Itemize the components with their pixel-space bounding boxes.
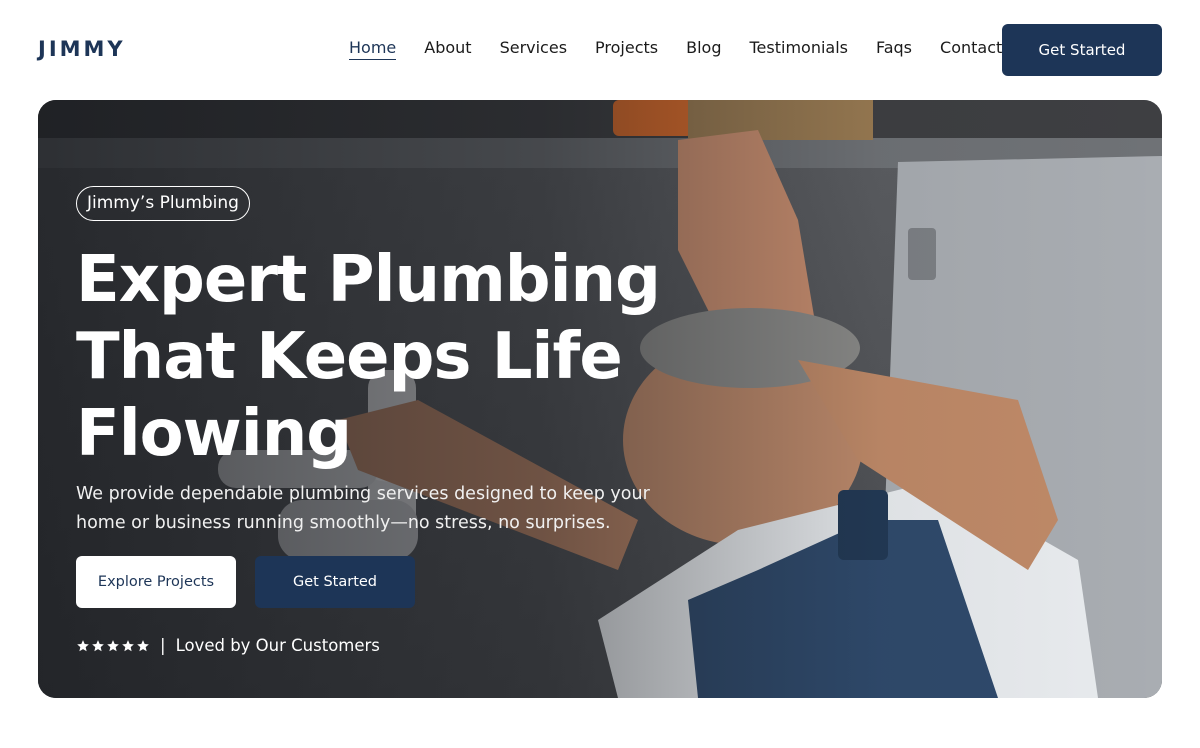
brand-badge: Jimmy’s Plumbing xyxy=(76,186,250,221)
star-icon xyxy=(137,639,149,651)
nav-blog[interactable]: Blog xyxy=(686,38,721,60)
nav-projects[interactable]: Projects xyxy=(595,38,658,60)
hero-title-line-3: Flowing xyxy=(76,397,352,471)
hero-section: Jimmy’s Plumbing Expert Plumbing That Ke… xyxy=(38,100,1162,698)
nav-home[interactable]: Home xyxy=(349,38,397,60)
rating-separator: | xyxy=(160,636,166,655)
hero-get-started-button[interactable]: Get Started xyxy=(255,556,415,608)
nav-about[interactable]: About xyxy=(424,38,471,60)
star-icon xyxy=(92,639,104,651)
star-icon xyxy=(122,639,134,651)
star-icon xyxy=(77,639,89,651)
nav-contact[interactable]: Contact xyxy=(940,38,1002,60)
rating-text: Loved by Our Customers xyxy=(175,636,380,655)
rating-stars xyxy=(76,639,150,653)
nav-faqs[interactable]: Faqs xyxy=(876,38,912,60)
main-nav: Home About Services Projects Blog Testim… xyxy=(349,38,1002,60)
hero-title-line-1: Expert Plumbing xyxy=(76,243,661,317)
nav-testimonials[interactable]: Testimonials xyxy=(749,38,848,60)
star-icon xyxy=(107,639,119,651)
explore-projects-button[interactable]: Explore Projects xyxy=(76,556,236,608)
hero-title: Expert Plumbing That Keeps Life Flowing xyxy=(76,242,676,473)
site-header: JIMMY Home About Services Projects Blog … xyxy=(0,0,1200,100)
customer-rating: | Loved by Our Customers xyxy=(76,636,380,655)
hero-subtitle: We provide dependable plumbing services … xyxy=(76,484,650,533)
header-get-started-button[interactable]: Get Started xyxy=(1002,24,1162,76)
nav-services[interactable]: Services xyxy=(500,38,567,60)
hero-title-line-2: That Keeps Life xyxy=(76,320,623,394)
logo[interactable]: JIMMY xyxy=(38,37,126,61)
